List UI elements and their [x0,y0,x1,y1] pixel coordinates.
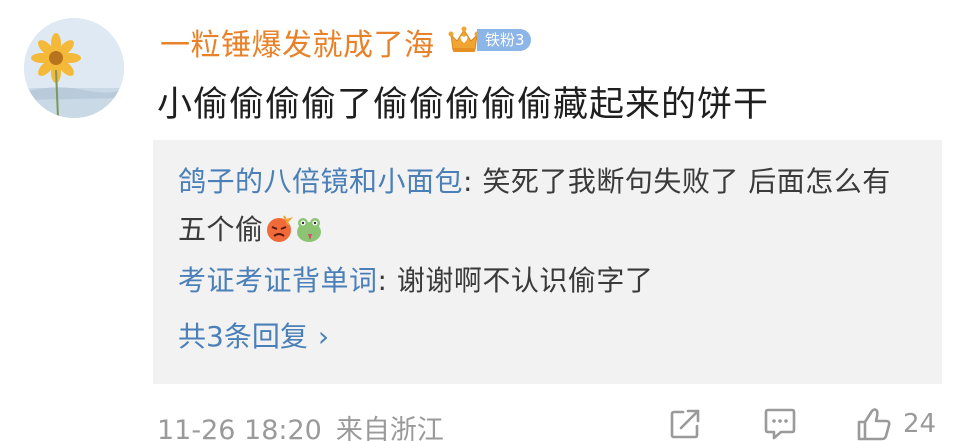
comment-icon [764,408,796,440]
fan-badge[interactable]: 铁粉3 [447,23,531,57]
comment-text: 小偷偷偷偷了偷偷偷偷偷藏起来的饼干 [157,85,770,125]
reply-list[interactable]: 鸽子的八倍镜和小面包: 笑死了我断句失败了 后面怎么有五个偷 考证考证背单词: … [153,140,942,384]
angry-face-emoji [266,215,293,242]
reply-author[interactable]: 考证考证背单词 [178,264,378,297]
share-icon [670,409,700,439]
view-more-replies-link[interactable]: 共3条回复 › [178,313,329,361]
comment-meta: 11-26 18:20 来自浙江 [157,408,444,441]
fan-badge-label: 铁粉3 [477,29,531,51]
comment-card: 一粒锤爆发就成了海 铁粉3 小偷偷偷偷了偷偷偷偷偷藏起来的饼干 鸽子的八倍镜和小… [0,0,970,441]
reply-item[interactable]: 考证考证背单词: 谢谢啊不认识偷字了 [178,257,653,305]
crown-icon [448,26,480,52]
location: 来自浙江 [335,415,444,441]
thumbs-up-icon [857,408,891,441]
like-button[interactable]: 24 [855,404,936,441]
chevron-right-icon: › [317,320,330,353]
timestamp: 11-26 18:20 [157,415,322,441]
reply-item[interactable]: 鸽子的八倍镜和小面包: 笑死了我断句失败了 后面怎么有五个偷 [178,158,918,254]
reply-separator: : [377,264,397,297]
reply-separator: : [463,165,483,198]
frog-emoji [296,218,321,242]
like-count: 24 [903,409,937,439]
more-replies-label: 共3条回复 [178,320,308,353]
reply-author[interactable]: 鸽子的八倍镜和小面包 [178,165,463,198]
username[interactable]: 一粒锤爆发就成了海 [160,20,435,64]
avatar[interactable] [24,18,124,118]
reply-text: 谢谢啊不认识偷字了 [396,264,654,297]
share-button[interactable] [667,404,703,441]
comment-button[interactable] [761,404,799,441]
